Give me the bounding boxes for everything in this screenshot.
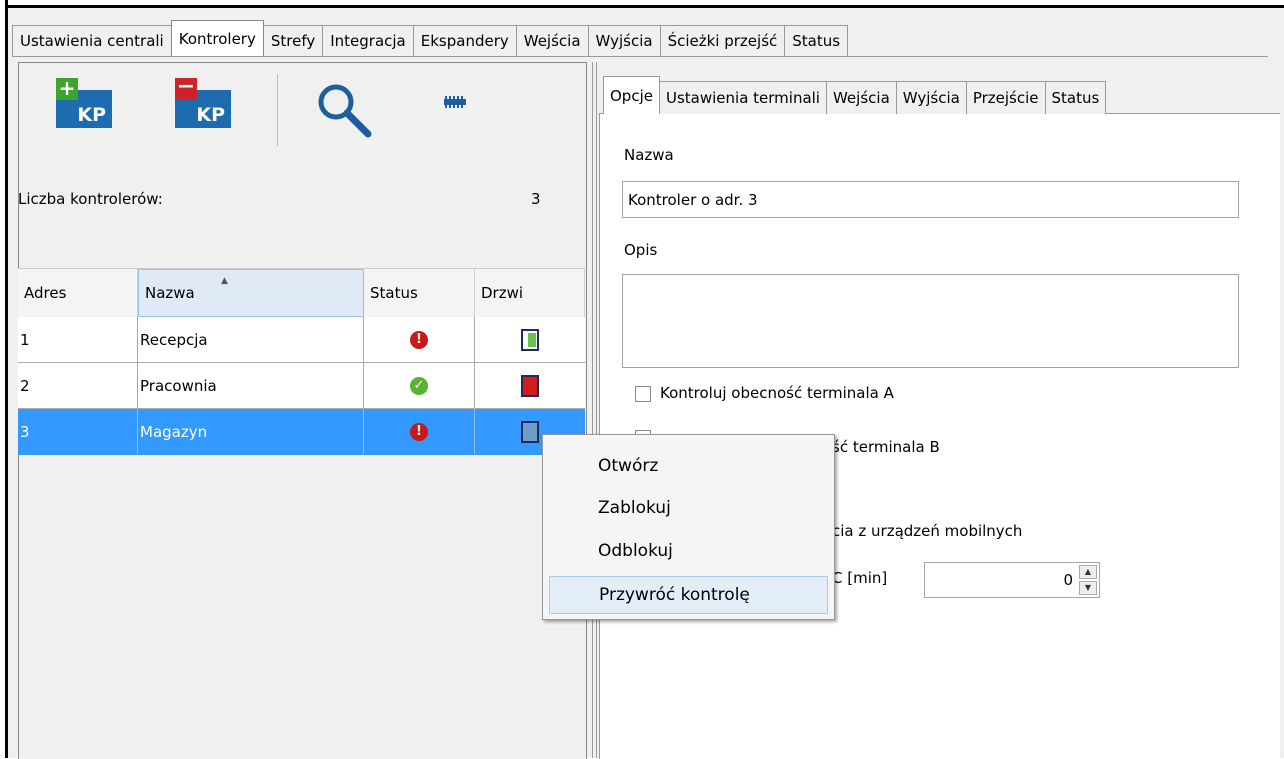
table-header: Adres ▲ Nazwa Status Drzwi [18,268,585,318]
tab-wyjscia-controller[interactable]: Wyjścia [895,81,967,114]
cell-name: Recepcja [138,317,364,362]
door-locked-icon[interactable] [521,374,539,397]
cell-status: ! [364,409,475,454]
terminal-a-label: Kontroluj obecność terminala A [660,384,894,402]
ok-status-icon: ✓ [410,376,428,395]
splitter-line [596,62,597,758]
menu-item-przywroc-kontrole[interactable]: Przywróć kontrolę [549,576,828,614]
cell-status: ✓ [364,363,475,408]
window-border-top [5,5,1284,8]
tab-strefy[interactable]: Strefy [262,25,324,56]
cell-address: 2 [18,363,138,408]
tab-ustawienia-terminali[interactable]: Ustawienia terminali [658,81,827,114]
controller-details-panel: Opcje Ustawienia terminali Wejścia Wyjśc… [599,68,1280,759]
tab-integracja[interactable]: Integracja [322,25,414,56]
menu-item-otworz[interactable]: Otwórz [549,447,828,485]
tab-opcje[interactable]: Opcje [603,76,660,114]
name-field[interactable]: Kontroler o adr. 3 [622,181,1239,218]
search-button[interactable] [312,80,374,142]
remove-controller-button[interactable]: KP − [175,74,237,140]
sort-ascending-icon: ▲ [221,276,228,286]
tab-wejscia[interactable]: Wejścia [515,25,589,56]
table-row[interactable]: 2 Pracownia ✓ [18,363,585,409]
add-controller-button[interactable]: KP + [56,78,118,140]
plus-icon: + [56,78,78,100]
cell-status: ! [364,317,475,362]
column-header-status[interactable]: Status [364,269,475,317]
stepper-down-icon[interactable]: ▼ [1079,581,1097,595]
terminal-a-checkbox[interactable] [635,386,651,402]
time-stepper[interactable]: 0 ▲ ▼ [924,562,1100,598]
toolbar-separator [277,74,278,146]
splitter-line [592,62,593,758]
minus-icon: − [175,74,197,100]
column-header-nazwa[interactable]: ▲ Nazwa [138,269,364,317]
controllers-count-value: 3 [531,190,541,208]
tab-wyjscia[interactable]: Wyjścia [587,25,661,56]
tab-ekspandery[interactable]: Ekspandery [412,25,517,56]
tab-status[interactable]: Status [784,25,849,56]
door-open-icon[interactable] [521,328,539,351]
tab-kontrolery[interactable]: Kontrolery [170,20,264,56]
controllers-count-label: Liczba kontrolerów: [18,190,163,208]
keypad-button[interactable] [444,92,468,112]
terminal-b-label: ść terminala B [832,438,940,456]
details-tab-bar: Opcje Ustawienia terminali Wejścia Wyjśc… [603,74,1107,114]
door-icon[interactable] [521,420,539,443]
stepper-buttons: ▲ ▼ [1079,565,1097,595]
cell-door [475,363,585,408]
tab-ustawienia-centrali[interactable]: Ustawienia centrali [12,25,172,56]
error-status-icon: ! [410,422,428,441]
search-icon [318,84,372,138]
tab-sciezki-przejsc[interactable]: Ścieżki przejść [659,25,786,56]
name-label: Nazwa [624,146,674,164]
cell-door [475,317,585,362]
description-field[interactable] [622,274,1239,368]
time-label: C [min] [832,569,888,587]
menu-item-zablokuj[interactable]: Zablokuj [549,489,828,527]
main-tab-bar: Ustawienia centrali Kontrolery Strefy In… [12,20,849,56]
tab-underline [12,56,1268,57]
panel-splitter[interactable] [590,62,598,758]
cell-address: 1 [18,317,138,362]
door-context-menu: Otwórz Zablokuj Odblokuj Przywróć kontro… [542,434,835,620]
menu-item-odblokuj[interactable]: Odblokuj [549,532,828,570]
cell-name: Magazyn [138,409,364,454]
column-header-adres[interactable]: Adres [18,269,138,317]
table-row[interactable]: 1 Recepcja ! [18,317,585,363]
error-status-icon: ! [410,330,428,349]
cell-name: Pracownia [138,363,364,408]
app-window: Ustawienia centrali Kontrolery Strefy In… [0,0,1284,759]
tab-wejscia-controller[interactable]: Wejścia [825,81,897,114]
column-header-drzwi[interactable]: Drzwi [475,269,585,317]
keypad-icon [444,96,466,108]
mobile-access-label: cia z urządzeń mobilnych [832,522,1023,540]
column-header-nazwa-label: Nazwa [145,284,195,302]
time-stepper-value: 0 [1063,571,1073,589]
table-row-selected[interactable]: 3 Magazyn ! [18,409,585,455]
tab-przejscie[interactable]: Przejście [965,81,1046,114]
window-border [5,0,8,758]
cell-address: 3 [18,409,138,454]
tab-status-controller[interactable]: Status [1044,81,1107,114]
stepper-up-icon[interactable]: ▲ [1079,565,1097,579]
description-label: Opis [624,241,658,259]
